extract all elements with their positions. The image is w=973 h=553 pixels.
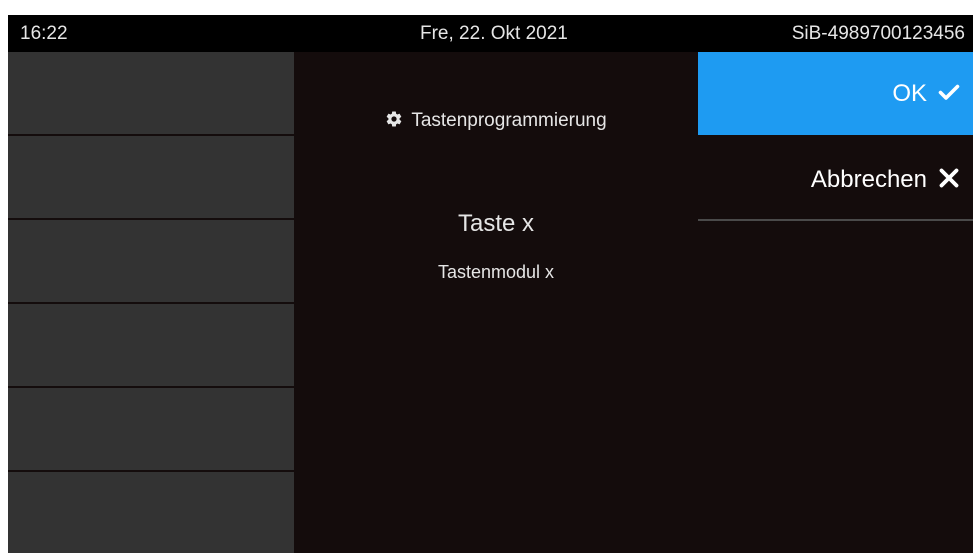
cancel-button[interactable]: Abbrechen	[698, 138, 973, 221]
section-header: Tastenprogrammierung	[294, 110, 698, 132]
status-device-id: SiB-4989700123456	[791, 23, 965, 44]
checkmark-icon	[938, 84, 960, 100]
key-slot-5[interactable]	[8, 388, 294, 470]
status-date: Fre, 22. Okt 2021	[420, 23, 568, 44]
action-column: OK Abbrechen	[698, 52, 973, 553]
cancel-button-label: Abbrechen	[810, 166, 927, 193]
key-programming-panel: Tastenprogrammierung Taste x Tastenmodul…	[294, 52, 698, 553]
key-slot-3[interactable]	[8, 220, 294, 302]
key-slot-4[interactable]	[8, 304, 294, 386]
status-bar: 16:22 Fre, 22. Okt 2021 SiB-498970012345…	[8, 15, 973, 52]
ok-button-label: OK	[892, 80, 927, 107]
key-column	[8, 52, 294, 553]
gear-icon	[387, 111, 402, 127]
close-icon	[939, 168, 959, 188]
key-module-label: Tastenmodul x	[437, 262, 555, 282]
key-title: Taste x	[457, 210, 535, 237]
key-slot-2[interactable]	[8, 136, 294, 218]
key-slot-1[interactable]	[8, 52, 294, 134]
key-slot-6[interactable]	[8, 472, 294, 553]
section-title: Tastenprogrammierung	[411, 110, 607, 131]
phone-screen: 16:22 Fre, 22. Okt 2021 SiB-498970012345…	[8, 15, 973, 553]
ok-button[interactable]: OK	[698, 52, 973, 135]
status-time: 16:22	[20, 23, 68, 44]
